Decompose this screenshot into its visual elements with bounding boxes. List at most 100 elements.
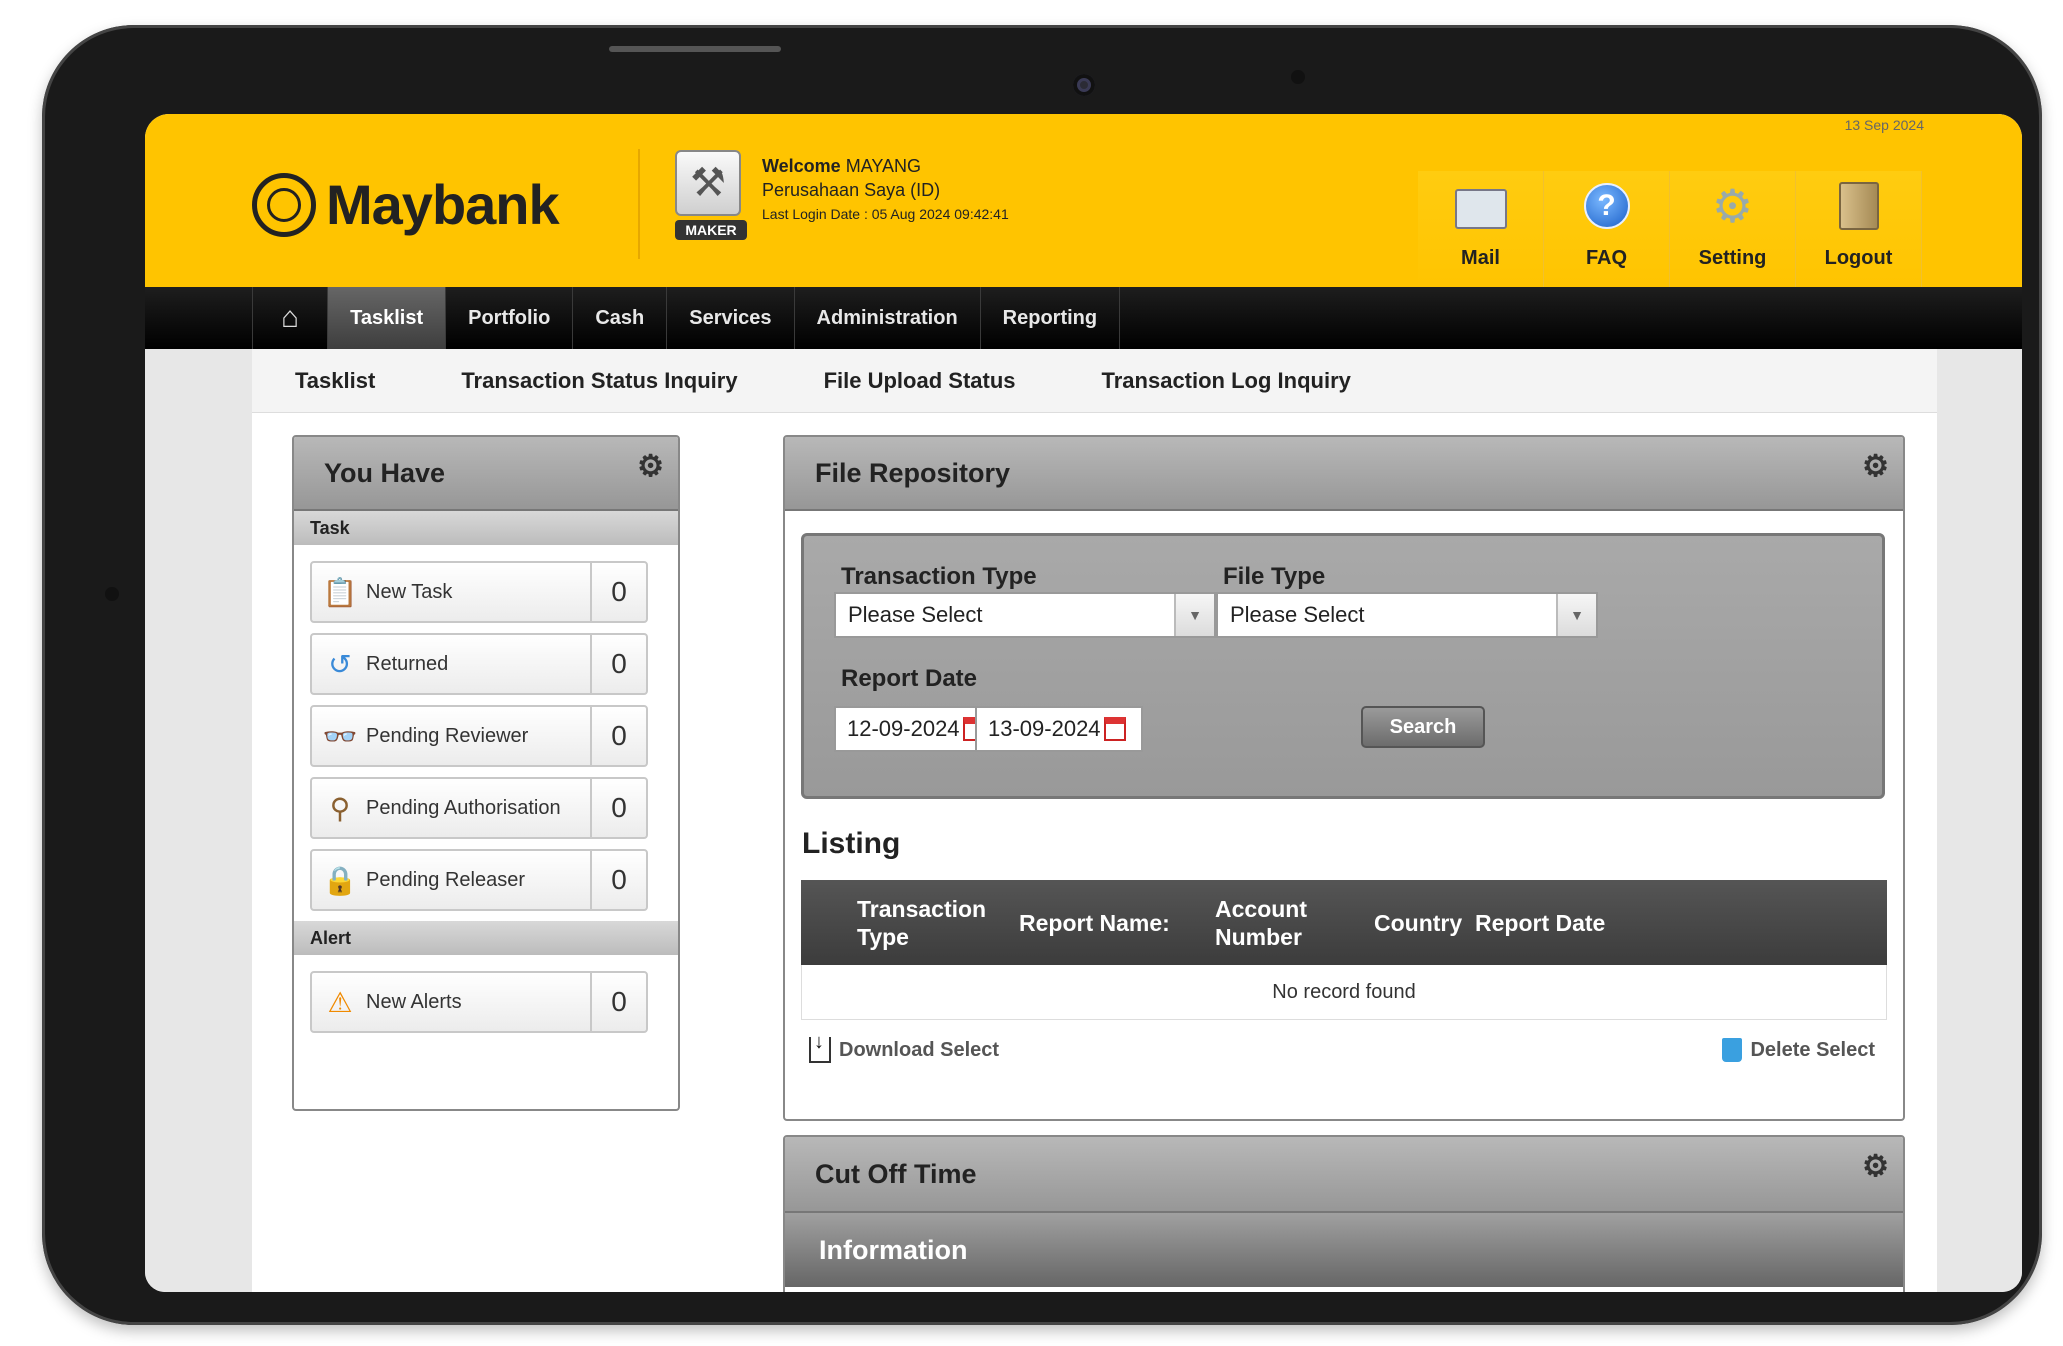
nav-tasklist[interactable]: Tasklist xyxy=(328,287,447,349)
gear-icon[interactable]: ⚙ xyxy=(1862,449,1889,484)
file-repository-header: File Repository ⚙ xyxy=(785,437,1903,511)
transaction-type-select[interactable]: Please Select ▼ xyxy=(834,592,1216,638)
calendar-icon[interactable] xyxy=(1103,717,1126,741)
user-name: MAYANG xyxy=(845,156,922,176)
new-task-icon: 📋 xyxy=(322,576,358,608)
content-main: Tasklist Transaction Status Inquiry File… xyxy=(252,349,1937,1292)
nav-services[interactable]: Services xyxy=(667,287,795,349)
screen: 13 Sep 2024 Maybank ⚒ MAKER Welcome MAYA… xyxy=(145,114,2022,1292)
task-count: 0 xyxy=(590,563,646,621)
faq-button[interactable]: ? FAQ xyxy=(1544,171,1670,289)
task-count: 0 xyxy=(590,635,646,693)
header-nav: Mail ? FAQ ⚙ Setting Logout xyxy=(1418,171,1922,289)
delete-select-button[interactable]: Delete Select xyxy=(1722,1037,1875,1063)
col-report-name[interactable]: Report Name: xyxy=(1019,880,1189,965)
home-icon[interactable]: ⌂ xyxy=(252,287,329,349)
chevron-down-icon: ▼ xyxy=(1556,594,1596,636)
welcome-block: Welcome MAYANG Perusahaan Saya (ID) Last… xyxy=(762,156,1009,222)
header-divider xyxy=(638,149,640,259)
file-type-value: Please Select xyxy=(1230,602,1365,627)
alert-count: 0 xyxy=(590,973,646,1031)
subnav-transaction-status-inquiry[interactable]: Transaction Status Inquiry xyxy=(461,368,737,394)
download-label: Download Select xyxy=(839,1038,1000,1061)
tablet-frame: 13 Sep 2024 Maybank ⚒ MAKER Welcome MAYA… xyxy=(42,25,2042,1325)
file-repository-panel: File Repository ⚙ Transaction Type Pleas… xyxy=(783,435,1905,1121)
sub-nav: Tasklist Transaction Status Inquiry File… xyxy=(252,349,1937,413)
you-have-header: You Have ⚙ xyxy=(294,437,678,511)
search-button[interactable]: Search xyxy=(1361,706,1485,748)
task-pending-authorisation[interactable]: ⚲ Pending Authorisation 0 xyxy=(310,777,648,839)
task-label: New Task xyxy=(366,580,453,603)
nav-reporting[interactable]: Reporting xyxy=(981,287,1121,349)
empty-row: No record found xyxy=(801,965,1887,1020)
tools-icon: ⚒ xyxy=(675,150,741,216)
subnav-transaction-log-inquiry[interactable]: Transaction Log Inquiry xyxy=(1102,368,1351,394)
col-transaction-type[interactable]: Transaction Type xyxy=(857,880,997,965)
information-bar[interactable]: Information xyxy=(785,1213,1903,1287)
cut-off-header: Cut Off Time ⚙ xyxy=(785,1137,1903,1213)
task-list: 📋 New Task 0 ↺ Returned 0 👓 Pending Revi… xyxy=(294,545,678,911)
col-account-number[interactable]: Account Number xyxy=(1215,880,1325,965)
power-button xyxy=(609,46,781,52)
task-section-label: Task xyxy=(294,511,678,545)
search-form: Transaction Type Please Select ▼ File Ty… xyxy=(801,533,1885,799)
you-have-panel: You Have ⚙ Task 📋 New Task 0 ↺ Returned xyxy=(292,435,680,1111)
logout-label: Logout xyxy=(1824,247,1893,269)
listing-table: Transaction Type Report Name: Account Nu… xyxy=(801,880,1887,1020)
last-login: Last Login Date : 05 Aug 2024 09:42:41 xyxy=(762,206,1009,222)
gear-icon[interactable]: ⚙ xyxy=(637,449,664,484)
gear-icon[interactable]: ⚙ xyxy=(1862,1149,1889,1184)
transaction-type-label: Transaction Type xyxy=(841,563,1037,590)
task-label: Returned xyxy=(366,652,449,675)
lock-icon: 🔒 xyxy=(322,864,358,896)
cut-off-title: Cut Off Time xyxy=(815,1158,977,1189)
col-report-date[interactable]: Report Date xyxy=(1475,880,1625,965)
task-label: Pending Reviewer xyxy=(366,724,529,747)
task-pending-reviewer[interactable]: 👓 Pending Reviewer 0 xyxy=(310,705,648,767)
nav-cash[interactable]: Cash xyxy=(573,287,668,349)
task-returned[interactable]: ↺ Returned 0 xyxy=(310,633,648,695)
app-header: 13 Sep 2024 Maybank ⚒ MAKER Welcome MAYA… xyxy=(145,114,2022,289)
logout-button[interactable]: Logout xyxy=(1796,171,1922,289)
mail-button[interactable]: Mail xyxy=(1418,171,1544,289)
listing-actions: Download Select Delete Select xyxy=(809,1031,1875,1063)
you-have-title: You Have xyxy=(324,457,446,488)
faq-label: FAQ xyxy=(1585,247,1628,269)
download-select-button[interactable]: Download Select xyxy=(809,1031,1000,1063)
report-date-label: Report Date xyxy=(841,665,978,692)
maybank-logo[interactable]: Maybank xyxy=(252,172,560,237)
task-count: 0 xyxy=(590,779,646,837)
file-type-label: File Type xyxy=(1223,563,1326,590)
nav-administration[interactable]: Administration xyxy=(795,287,981,349)
role-tag: MAKER xyxy=(675,220,747,240)
task-count: 0 xyxy=(590,707,646,765)
nav-portfolio[interactable]: Portfolio xyxy=(446,287,574,349)
file-repository-title: File Repository xyxy=(815,457,1011,488)
table-header: Transaction Type Report Name: Account Nu… xyxy=(801,880,1887,965)
faq-icon: ? xyxy=(1583,183,1630,229)
subnav-tasklist[interactable]: Tasklist xyxy=(295,368,375,394)
listing-title: Listing xyxy=(802,827,901,860)
task-pending-releaser[interactable]: 🔒 Pending Releaser 0 xyxy=(310,849,648,911)
task-new-task[interactable]: 📋 New Task 0 xyxy=(310,561,648,623)
reviewer-icon: 👓 xyxy=(322,720,358,752)
alert-new-alerts[interactable]: ⚠ New Alerts 0 xyxy=(310,971,648,1033)
file-type-select[interactable]: Please Select ▼ xyxy=(1216,592,1598,638)
mail-label: Mail xyxy=(1461,247,1500,269)
col-country[interactable]: Country xyxy=(1374,880,1474,965)
welcome-label: Welcome xyxy=(762,156,841,176)
setting-button[interactable]: ⚙ Setting xyxy=(1670,171,1796,289)
brand-name: Maybank xyxy=(326,173,560,236)
alert-list: ⚠ New Alerts 0 xyxy=(294,955,678,1033)
date-to-field[interactable]: 13-09-2024 xyxy=(975,706,1143,752)
logout-icon xyxy=(1838,182,1879,230)
transaction-type-value: Please Select xyxy=(848,602,983,627)
role-badge: ⚒ MAKER xyxy=(675,150,747,240)
header-date: 13 Sep 2024 xyxy=(1844,117,1924,133)
setting-label: Setting xyxy=(1698,247,1767,269)
subnav-file-upload-status[interactable]: File Upload Status xyxy=(824,368,1016,394)
front-camera xyxy=(1073,74,1095,96)
warning-icon: ⚠ xyxy=(327,986,353,1018)
sensor xyxy=(1291,70,1305,84)
tiger-logo-icon xyxy=(252,172,316,237)
